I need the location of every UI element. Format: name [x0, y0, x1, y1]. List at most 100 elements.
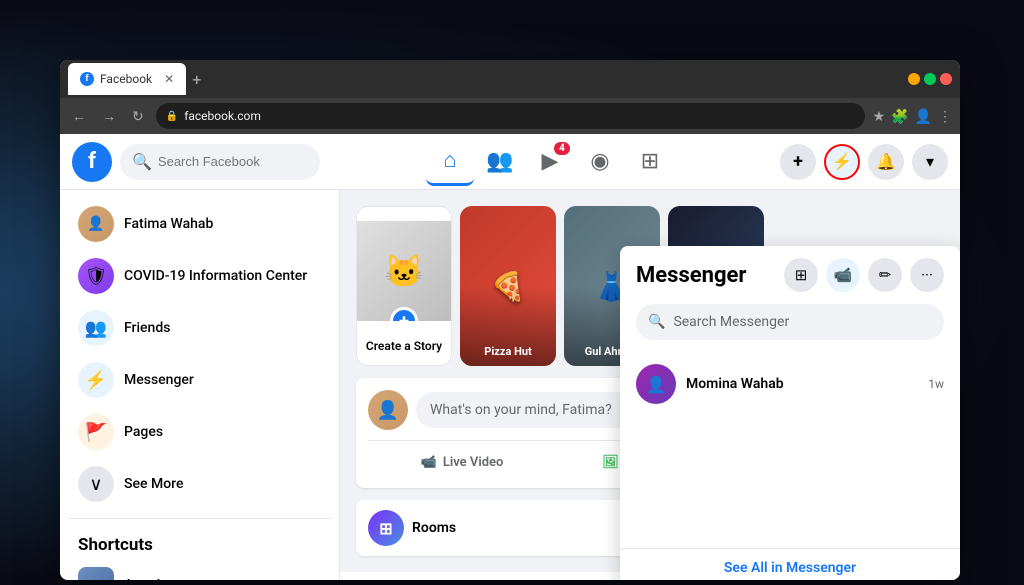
facebook-body: 👤 Fatima Wahab 🛡 COVID-19 Information Ce…	[60, 190, 960, 580]
browser-actions: ★ 🧩 👤 ⋮	[873, 108, 952, 125]
notifications-button[interactable]: 🔔	[868, 144, 904, 180]
covid-icon: 🛡	[78, 258, 114, 294]
extensions-button[interactable]: 🧩	[891, 108, 908, 125]
messenger-search-bar[interactable]: 🔍 Search Messenger	[636, 304, 944, 340]
sidebar-item-pages[interactable]: 🚩 Pages	[68, 406, 331, 458]
messenger-header-actions: ⊞ 📹 ✏ ···	[784, 258, 944, 292]
friends-icon: 👥	[78, 310, 114, 346]
rooms-icon: ⊞	[368, 510, 404, 546]
maximize-button[interactable]	[924, 73, 936, 85]
messenger-video-button[interactable]: 📹	[826, 258, 860, 292]
messenger-more-button[interactable]: ···	[910, 258, 944, 292]
pages-icon: 🚩	[78, 414, 114, 450]
add-button[interactable]: +	[780, 144, 816, 180]
create-story-label: Create a Story	[366, 339, 442, 353]
sidebar-item-covid[interactable]: 🛡 COVID-19 Information Center	[68, 250, 331, 302]
nav-center: ⌂ 👥 ▶ 4 ◉ ⊞	[328, 138, 772, 186]
sidebar-item-friends[interactable]: 👥 Friends	[68, 302, 331, 354]
live-video-button[interactable]: 📹 Live Video	[368, 449, 556, 476]
facebook-app: f 🔍 ⌂ 👥 ▶ 4 ◉ ⊞ + ⚡ 🔔	[60, 134, 960, 580]
facebook-nav: f 🔍 ⌂ 👥 ▶ 4 ◉ ⊞ + ⚡ 🔔	[60, 134, 960, 190]
see-all-messenger-link[interactable]: See All in Messenger	[724, 560, 856, 576]
menu-button[interactable]: ⋮	[938, 108, 952, 125]
aam-avatar: AA	[78, 567, 114, 580]
sidebar-user-name: Fatima Wahab	[124, 216, 213, 232]
sidebar-divider	[68, 518, 331, 519]
search-icon: 🔍	[132, 152, 152, 171]
tab-title: Facebook	[100, 72, 152, 86]
messenger-compose-button[interactable]: ✏	[868, 258, 902, 292]
nav-gaming[interactable]: ⊞	[626, 138, 674, 186]
search-bar[interactable]: 🔍	[120, 144, 320, 180]
contact-name: Momina Wahab	[686, 376, 918, 392]
sidebar-friends-label: Friends	[124, 320, 170, 336]
messenger-fullscreen-button[interactable]: ⊞	[784, 258, 818, 292]
close-button[interactable]	[940, 73, 952, 85]
nav-right: + ⚡ 🔔 ▾	[780, 144, 948, 180]
nav-friends[interactable]: 👥	[476, 138, 524, 186]
facebook-logo[interactable]: f	[72, 142, 112, 182]
sidebar-covid-label: COVID-19 Information Center	[124, 268, 307, 284]
lock-icon: 🔒	[166, 111, 178, 122]
composer-placeholder: What's on your mind, Fatima?	[430, 402, 612, 418]
nav-video[interactable]: ▶ 4	[526, 138, 574, 186]
browser-chrome: f Facebook ✕ +	[60, 60, 960, 98]
messenger-dropdown: Messenger ⊞ 📹 ✏ ··· 🔍 Search Messenger	[620, 246, 960, 580]
messenger-search-placeholder: Search Messenger	[673, 314, 789, 330]
messenger-panel-title: Messenger	[636, 263, 746, 288]
messenger-button[interactable]: ⚡	[824, 144, 860, 180]
create-story-card[interactable]: 🐱 + Create a Story	[356, 206, 452, 366]
nav-home[interactable]: ⌂	[426, 138, 474, 186]
shortcut-aam-label: Aam Insaan	[124, 577, 198, 580]
back-button[interactable]: ←	[68, 106, 90, 126]
sidebar-item-user[interactable]: 👤 Fatima Wahab	[68, 198, 331, 250]
address-bar-row: ← → ↻ 🔒 facebook.com ★ 🧩 👤 ⋮	[60, 98, 960, 134]
sidebar-seemore-label: See More	[124, 476, 183, 492]
contact-avatar: 👤	[636, 364, 676, 404]
photo-icon: 🖼	[602, 455, 619, 470]
window-controls	[908, 73, 952, 85]
message-time: 1w	[928, 377, 944, 391]
messenger-icon: ⚡	[832, 152, 852, 171]
sidebar-item-seemore[interactable]: ∨ See More	[68, 458, 331, 510]
tab-favicon: f	[80, 72, 94, 86]
sidebar-shortcut-aam[interactable]: AA Aam Insaan	[68, 559, 331, 580]
tab-close-button[interactable]: ✕	[164, 72, 174, 86]
address-bar[interactable]: 🔒 facebook.com	[156, 103, 865, 129]
seemore-icon: ∨	[78, 466, 114, 502]
messenger-search-icon: 🔍	[648, 314, 665, 330]
user-avatar: 👤	[78, 206, 114, 242]
left-sidebar: 👤 Fatima Wahab 🛡 COVID-19 Information Ce…	[60, 190, 340, 580]
address-text: facebook.com	[184, 109, 261, 123]
browser-tab[interactable]: f Facebook ✕	[68, 63, 186, 95]
story-pizza-label: Pizza Hut	[464, 345, 552, 358]
search-input[interactable]	[158, 154, 288, 169]
contact-info: Momina Wahab	[686, 376, 918, 392]
nav-groups[interactable]: ◉	[576, 138, 624, 186]
story-overlay	[460, 206, 556, 366]
forward-button[interactable]: →	[98, 106, 120, 126]
composer-avatar: 👤	[368, 390, 408, 430]
account-menu-button[interactable]: ▾	[912, 144, 948, 180]
live-icon: 📹	[421, 455, 437, 470]
profile-button[interactable]: 👤	[915, 108, 932, 125]
sidebar-item-messenger[interactable]: ⚡ Messenger	[68, 354, 331, 406]
refresh-button[interactable]: ↻	[128, 106, 148, 127]
live-label: Live Video	[443, 455, 504, 470]
story-pizza-hut[interactable]: 🍕 Pizza Hut	[460, 206, 556, 366]
rooms-label: Rooms	[412, 520, 456, 536]
main-content-area: 🐱 + Create a Story 🍕 Pizza Hut	[340, 190, 960, 580]
story-create-avatar: 🐱 +	[356, 221, 452, 321]
new-tab-button[interactable]: +	[192, 70, 201, 89]
shortcuts-title: Shortcuts	[68, 527, 331, 559]
sidebar-pages-label: Pages	[124, 424, 163, 440]
bookmark-button[interactable]: ★	[873, 108, 886, 125]
messenger-panel-header: Messenger ⊞ 📹 ✏ ···	[620, 246, 960, 300]
sidebar-messenger-label: Messenger	[124, 372, 194, 388]
rooms-left: ⊞ Rooms	[368, 510, 456, 546]
messenger-body: 👤 Momina Wahab 1w	[620, 348, 960, 548]
tab-bar: f Facebook ✕ +	[68, 60, 902, 98]
minimize-button[interactable]	[908, 73, 920, 85]
browser-window: f Facebook ✕ + ← → ↻ 🔒 facebook.com ★ 🧩 …	[60, 60, 960, 580]
messenger-sidebar-icon: ⚡	[78, 362, 114, 398]
